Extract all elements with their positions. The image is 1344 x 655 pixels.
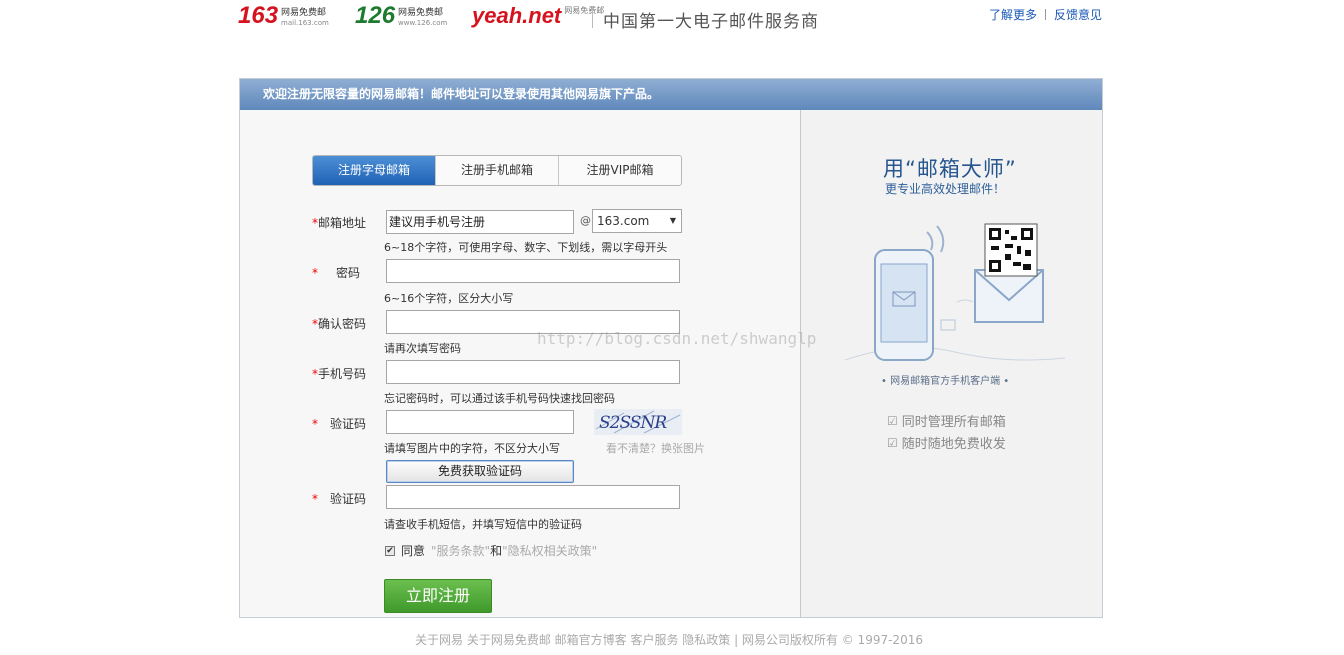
feature-text: 同时管理所有邮箱 [901, 415, 1006, 430]
page: 163 网易免费邮 mail.163.com 126 网易免费邮 www.126… [0, 0, 1344, 655]
promo-panel: 用“邮箱大师” 更专业高效处理邮件！ • 网易邮箱官方手机客户端 • ☑ 同时管… [800, 110, 1102, 617]
sms-code-input[interactable] [386, 485, 680, 509]
phone-mail-illustration [844, 223, 1066, 361]
get-sms-code-button[interactable]: 免费获取验证码 [386, 460, 574, 483]
logo-yeah-sub: 网易免费邮 [564, 6, 604, 28]
phone-label-text: 手机号码 [318, 367, 367, 381]
feedback-link[interactable]: 反馈意见 [1054, 6, 1102, 23]
logo-126-sub: 网易免费邮 www.126.com [398, 8, 447, 28]
tab-letter-email[interactable]: 注册字母邮箱 [313, 156, 436, 185]
terms-link[interactable]: "服务条款" [431, 542, 490, 559]
password-label-text: 密码 [336, 266, 361, 280]
tagline: 中国第一大电子邮件服务商 [603, 12, 819, 32]
feature-text: 随时随地免费收发 [901, 437, 1006, 452]
registration-tabs: 注册字母邮箱 注册手机邮箱 注册VIP邮箱 [312, 155, 682, 186]
password-label: * 密码 [312, 264, 360, 281]
logo-163-text: 163 [238, 2, 279, 29]
top-links: 了解更多 反馈意见 [989, 6, 1102, 23]
captcha-hint: 请填写图片中的字符，不区分大小写 [384, 442, 560, 455]
captcha-label-text: 验证码 [330, 417, 367, 431]
phone-hint: 忘记密码时，可以通过该手机号码快速找回密码 [384, 392, 615, 405]
phone-label: *手机号码 [312, 365, 366, 382]
welcome-banner: 欢迎注册无限容量的网易邮箱！邮件地址可以登录使用其他网易旗下产品。 [240, 79, 1102, 110]
confirm-label-text: 确认密码 [318, 317, 367, 331]
feature-item: ☑ 随时随地免费收发 [887, 433, 1006, 453]
sms-code-hint: 请查收手机短信，并填写短信中的验证码 [384, 518, 582, 531]
domain-select[interactable]: 163.com ▼ [592, 209, 682, 233]
logo-yeah[interactable]: yeah.net 网易免费邮 [472, 4, 604, 28]
email-input[interactable]: 建议用手机号注册 [386, 210, 574, 234]
agree-checkbox[interactable]: ✔ [385, 545, 395, 556]
promo-subtitle: 更专业高效处理邮件！ [885, 182, 1006, 196]
agree-prefix: 同意 [401, 544, 426, 558]
promo-caption: • 网易邮箱官方手机客户端 • [881, 376, 1010, 387]
promo-title: 用“邮箱大师” [883, 157, 1017, 181]
required-mark: * [312, 492, 318, 506]
footer: 关于网易 关于网易免费邮 邮箱官方博客 客户服务 隐私政策 | 网易公司版权所有… [415, 633, 923, 647]
tab-vip-email[interactable]: 注册VIP邮箱 [559, 156, 681, 185]
captcha-input[interactable] [386, 410, 574, 434]
feature-item: ☑ 同时管理所有邮箱 [887, 411, 1006, 431]
logo-126[interactable]: 126 网易免费邮 www.126.com [355, 4, 447, 28]
captcha-image[interactable]: S2SSNR [594, 409, 682, 435]
promo-illustration [844, 220, 1066, 373]
logo-yeah-sub1: 网易免费邮 [564, 6, 605, 15]
email-label: *邮箱地址 [312, 214, 366, 231]
logo-163-sub2: mail.163.com [281, 19, 329, 27]
tab-mobile-email[interactable]: 注册手机邮箱 [436, 156, 559, 185]
captcha-text: S2SSNR [599, 413, 667, 433]
phone-input[interactable] [386, 360, 680, 384]
agree-and: 和 [490, 544, 503, 558]
email-label-text: 邮箱地址 [318, 216, 367, 230]
at-sign: @ [580, 214, 591, 227]
privacy-link[interactable]: "隐私权相关政策" [502, 542, 597, 559]
captcha-label: * 验证码 [312, 415, 366, 432]
watermark: http://blog.csdn.net/shwanglp [537, 329, 817, 348]
password-hint: 6~16个字符，区分大小写 [384, 292, 514, 305]
link-separator [1044, 9, 1046, 20]
logo-126-text: 126 [355, 2, 396, 29]
confirm-password-hint: 请再次填写密码 [384, 342, 461, 355]
check-icon: ☑ [887, 435, 898, 450]
logo-yeah-text: yeah.net [472, 3, 562, 28]
logo-163-sub: 网易免费邮 mail.163.com [281, 8, 329, 28]
captcha-graphic: S2SSNR [594, 409, 682, 435]
sms-code-label: * 验证码 [312, 490, 366, 507]
email-hint: 6~18个字符，可使用字母、数字、下划线，需以字母开头 [384, 241, 668, 254]
logo-126-sub2: www.126.com [398, 19, 448, 27]
required-mark: * [312, 266, 318, 280]
registration-panel: 欢迎注册无限容量的网易邮箱！邮件地址可以登录使用其他网易旗下产品。 注册字母邮箱… [239, 78, 1103, 618]
logo-163[interactable]: 163 网易免费邮 mail.163.com [238, 4, 329, 28]
sms-code-label-text: 验证码 [330, 492, 367, 506]
required-mark: * [312, 417, 318, 431]
learn-more-link[interactable]: 了解更多 [989, 6, 1037, 23]
domain-value: 163.com [597, 214, 650, 228]
confirm-password-label: *确认密码 [312, 315, 366, 332]
password-input[interactable] [386, 259, 680, 283]
logo-163-sub1: 网易免费邮 [281, 8, 327, 18]
check-icon: ☑ [887, 413, 898, 428]
register-button[interactable]: 立即注册 [384, 579, 492, 613]
agreement-row: ✔ 同意 "服务条款" 和 "隐私权相关政策" [385, 542, 597, 559]
captcha-refresh-link[interactable]: 看不清楚？换张图片 [606, 440, 705, 456]
header-divider [592, 6, 593, 28]
dropdown-arrow-icon: ▼ [669, 216, 676, 225]
logo-126-sub1: 网易免费邮 [398, 8, 444, 18]
